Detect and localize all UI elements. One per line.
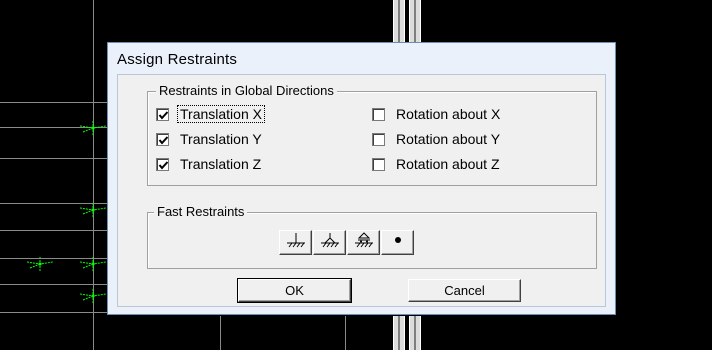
joint-marker[interactable] [80,257,106,271]
global-directions-label: Restraints in Global Directions [156,83,337,98]
free-joint-icon [386,232,410,253]
rotation-y-option[interactable]: Rotation about Y [372,131,502,147]
grid-line [0,284,107,285]
fast-restraints-group: Fast Restraints [147,204,597,269]
rotation-z-label[interactable]: Rotation about Z [394,156,502,172]
grid-line [0,312,107,313]
translation-y-label[interactable]: Translation Y [178,131,264,147]
grid-line [0,158,107,159]
dialog-body: Restraints in Global Directions Translat… [117,74,606,307]
ok-button[interactable]: OK [237,278,352,303]
pinned-support-icon [318,232,342,253]
fast-restraints-label: Fast Restraints [154,204,248,219]
joint-marker[interactable] [80,121,106,135]
grid-line [220,315,221,350]
dialog-title: Assign Restraints [117,51,238,68]
free-joint-button[interactable] [381,230,414,255]
fixed-support-button[interactable] [279,230,312,255]
translation-x-label[interactable]: Translation X [177,105,265,123]
roller-support-button[interactable] [347,230,380,255]
translation-x-option[interactable]: Translation X [156,105,265,123]
rotation-z-checkbox[interactable] [372,157,385,171]
translation-z-option[interactable]: Translation Z [156,156,263,172]
grid-line [345,315,346,350]
dialog-titlebar[interactable]: Assign Restraints [108,43,615,73]
translation-x-checkbox[interactable] [156,107,169,121]
translation-y-checkbox[interactable] [156,132,169,146]
pinned-support-button[interactable] [313,230,346,255]
rotation-y-label[interactable]: Rotation about Y [394,131,502,147]
rotation-x-label[interactable]: Rotation about X [394,106,502,122]
grid-line [0,102,107,103]
joint-marker[interactable] [27,257,53,271]
rotation-x-checkbox[interactable] [372,107,385,121]
translation-z-label[interactable]: Translation Z [178,156,263,172]
rotation-y-checkbox[interactable] [372,132,385,146]
grid-line [0,230,107,231]
fixed-support-icon [284,232,308,253]
rotation-z-option[interactable]: Rotation about Z [372,156,502,172]
joint-marker[interactable] [80,289,106,303]
translation-z-checkbox[interactable] [156,157,169,171]
global-directions-group: Restraints in Global Directions Translat… [147,83,597,186]
joint-marker[interactable] [80,203,106,217]
assign-restraints-dialog: Assign Restraints Restraints in Global D… [107,42,616,315]
rotation-x-option[interactable]: Rotation about X [372,106,502,122]
translation-y-option[interactable]: Translation Y [156,131,264,147]
cancel-button[interactable]: Cancel [408,279,521,302]
roller-support-icon [352,232,376,253]
